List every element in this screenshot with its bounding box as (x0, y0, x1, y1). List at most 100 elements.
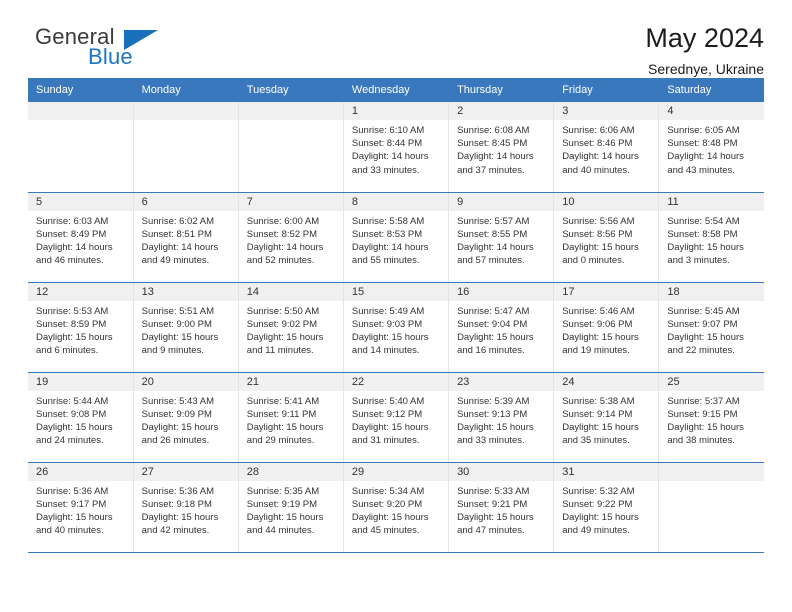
day-details: Sunrise: 6:00 AM Sunset: 8:52 PM Daylight:… (239, 211, 343, 268)
day-details: Sunrise: 6:08 AM Sunset: 8:45 PM Daylight:… (449, 120, 553, 177)
title-block: May 2024 Serednye, Ukraine (645, 23, 764, 77)
calendar-day-cell[interactable]: 3 Sunrise: 6:06 AM Sunset: 8:46 PM Daylight… (553, 102, 660, 193)
sunset-time: Sunset: 9:09 PM (141, 408, 212, 420)
day-number: 29 (343, 462, 449, 481)
daylight-duration-line2: and 0 minutes. (562, 255, 625, 267)
day-details: Sunrise: 6:10 AM Sunset: 8:44 PM Daylight:… (344, 120, 448, 177)
sunset-time: Sunset: 9:00 PM (141, 318, 212, 330)
daylight-duration-line2: and 24 minutes. (36, 435, 104, 447)
sunset-time: Sunset: 9:11 PM (246, 408, 317, 420)
day-number: 27 (133, 462, 238, 481)
day-details: Sunrise: 5:46 AM Sunset: 9:06 PM Daylight:… (554, 301, 658, 358)
sunset-time: Sunset: 8:55 PM (457, 228, 528, 240)
calendar-day-cell[interactable]: 8 Sunrise: 5:58 AM Sunset: 8:53 PM Daylight… (343, 192, 450, 283)
day-details: Sunrise: 5:44 AM Sunset: 9:08 PM Daylight:… (28, 391, 133, 448)
calendar-head: Sunday Monday Tuesday Wednesday Thursday… (28, 78, 764, 102)
sunrise-time: Sunrise: 5:53 AM (36, 305, 109, 317)
calendar-day-cell[interactable]: 25 Sunrise: 5:37 AM Sunset: 9:15 PM Dayligh… (658, 372, 764, 463)
calendar-day-cell[interactable]: 27 Sunrise: 5:36 AM Sunset: 9:18 PM Dayligh… (133, 462, 239, 553)
calendar-day-cell[interactable]: 17 Sunrise: 5:46 AM Sunset: 9:06 PM Dayligh… (553, 282, 660, 373)
day-number: 2 (449, 102, 554, 120)
calendar-day-cell[interactable]: 6 Sunrise: 6:02 AM Sunset: 8:51 PM Daylight… (133, 192, 239, 283)
day-number: 22 (343, 372, 449, 391)
calendar-week-row: 5 Sunrise: 6:03 AM Sunset: 8:49 PM Daylight… (28, 192, 764, 283)
day-number: 10 (554, 192, 659, 211)
sunrise-time: Sunrise: 5:54 AM (667, 215, 740, 227)
day-number-empty (133, 102, 238, 120)
sunset-time: Sunset: 9:20 PM (351, 498, 423, 510)
day-details: Sunrise: 5:37 AM Sunset: 9:15 PM Daylight:… (659, 391, 764, 448)
day-number: 7 (238, 192, 343, 211)
sunrise-time: Sunrise: 5:45 AM (667, 305, 740, 317)
sunrise-time: Sunrise: 6:10 AM (351, 125, 425, 136)
calendar-day-cell[interactable]: 18 Sunrise: 5:45 AM Sunset: 9:07 PM Dayligh… (658, 282, 764, 373)
calendar-day-cell[interactable]: 13 Sunrise: 5:51 AM Sunset: 9:00 PM Dayligh… (133, 282, 239, 373)
day-number: 8 (343, 192, 449, 211)
calendar-day-cell[interactable]: 9 Sunrise: 5:57 AM Sunset: 8:55 PM Daylight… (448, 192, 555, 283)
daylight-duration-line1: Daylight: 14 hours (351, 241, 429, 253)
day-details: Sunrise: 5:36 AM Sunset: 9:18 PM Daylight:… (134, 481, 238, 538)
calendar-day-cell[interactable]: 24 Sunrise: 5:38 AM Sunset: 9:14 PM Dayligh… (553, 372, 660, 463)
brand-logo[interactable]: General Blue (28, 24, 158, 72)
calendar-day-cell[interactable]: 19 Sunrise: 5:44 AM Sunset: 9:08 PM Dayligh… (28, 372, 134, 463)
calendar-week-row: 12 Sunrise: 5:53 AM Sunset: 8:59 PM Dayligh… (28, 282, 764, 373)
day-details: Sunrise: 5:43 AM Sunset: 9:09 PM Daylight:… (134, 391, 238, 448)
calendar-day-cell[interactable]: 29 Sunrise: 5:34 AM Sunset: 9:20 PM Dayligh… (343, 462, 450, 553)
calendar-day-cell[interactable]: 14 Sunrise: 5:50 AM Sunset: 9:02 PM Dayligh… (238, 282, 344, 373)
calendar-day-cell[interactable]: 11 Sunrise: 5:54 AM Sunset: 8:58 PM Dayligh… (658, 192, 764, 283)
day-number: 20 (133, 372, 238, 391)
calendar-day-cell[interactable]: 2 Sunrise: 6:08 AM Sunset: 8:45 PM Daylight… (448, 102, 555, 193)
day-number: 17 (554, 282, 659, 301)
sunset-time: Sunset: 9:17 PM (36, 498, 107, 510)
calendar-day-cell[interactable]: 28 Sunrise: 5:35 AM Sunset: 9:19 PM Dayligh… (238, 462, 344, 553)
calendar-day-cell[interactable]: 20 Sunrise: 5:43 AM Sunset: 9:09 PM Dayligh… (133, 372, 239, 463)
daylight-duration-line1: Daylight: 15 hours (36, 421, 113, 433)
calendar-day-cell[interactable]: 7 Sunrise: 6:00 AM Sunset: 8:52 PM Daylight… (238, 192, 344, 283)
weekday-header-tuesday: Tuesday (238, 78, 344, 102)
daylight-duration-line1: Daylight: 15 hours (667, 241, 744, 253)
calendar-day-cell[interactable]: 31 Sunrise: 5:32 AM Sunset: 9:22 PM Dayligh… (553, 462, 660, 553)
sunrise-time: Sunrise: 5:43 AM (141, 395, 214, 407)
day-details: Sunrise: 5:35 AM Sunset: 9:19 PM Daylight:… (239, 481, 343, 538)
daylight-duration-line2: and 29 minutes. (246, 435, 315, 447)
daylight-duration-line1: Daylight: 15 hours (36, 331, 113, 343)
calendar-day-cell[interactable]: 23 Sunrise: 5:39 AM Sunset: 9:13 PM Dayligh… (448, 372, 555, 463)
sunset-time: Sunset: 8:58 PM (667, 228, 738, 240)
sunrise-time: Sunrise: 5:36 AM (36, 485, 109, 497)
daylight-duration-line2: and 46 minutes. (36, 255, 104, 267)
sunrise-time: Sunrise: 6:06 AM (562, 125, 635, 136)
day-number-empty (28, 102, 133, 120)
daylight-duration-line2: and 9 minutes. (141, 345, 204, 357)
calendar-day-cell[interactable]: 15 Sunrise: 5:49 AM Sunset: 9:03 PM Dayligh… (343, 282, 450, 373)
sunset-time: Sunset: 9:04 PM (457, 318, 528, 330)
calendar-day-cell[interactable]: 21 Sunrise: 5:41 AM Sunset: 9:11 PM Dayligh… (238, 372, 344, 463)
day-details: Sunrise: 6:03 AM Sunset: 8:49 PM Daylight:… (28, 211, 133, 268)
day-number-empty (659, 462, 764, 481)
calendar-day-cell[interactable]: 30 Sunrise: 5:33 AM Sunset: 9:21 PM Dayligh… (448, 462, 555, 553)
daylight-duration-line2: and 26 minutes. (141, 435, 210, 447)
sunset-time: Sunset: 9:08 PM (36, 408, 107, 420)
calendar-day-cell[interactable]: 10 Sunrise: 5:56 AM Sunset: 8:56 PM Dayligh… (553, 192, 660, 283)
sunrise-time: Sunrise: 5:36 AM (141, 485, 214, 497)
sunrise-time: Sunrise: 5:34 AM (351, 485, 425, 497)
calendar-day-cell[interactable]: 22 Sunrise: 5:40 AM Sunset: 9:12 PM Dayligh… (343, 372, 450, 463)
sunset-time: Sunset: 9:21 PM (457, 498, 528, 510)
daylight-duration-line1: Daylight: 15 hours (246, 511, 324, 523)
day-number: 4 (659, 102, 764, 120)
calendar-day-cell[interactable]: 16 Sunrise: 5:47 AM Sunset: 9:04 PM Dayligh… (448, 282, 555, 373)
calendar-day-cell[interactable]: 1 Sunrise: 6:10 AM Sunset: 8:44 PM Daylight… (343, 102, 450, 193)
sunset-time: Sunset: 9:06 PM (562, 318, 633, 330)
calendar-day-cell[interactable]: 26 Sunrise: 5:36 AM Sunset: 9:17 PM Dayligh… (28, 462, 134, 553)
sunrise-time: Sunrise: 5:57 AM (457, 215, 530, 227)
sunrise-time: Sunrise: 5:50 AM (246, 305, 320, 317)
day-number: 21 (238, 372, 343, 391)
daylight-duration-line2: and 47 minutes. (457, 525, 525, 537)
daylight-duration-line1: Daylight: 14 hours (351, 151, 429, 163)
sunrise-time: Sunrise: 5:41 AM (246, 395, 320, 407)
calendar-day-cell[interactable]: 4 Sunrise: 6:05 AM Sunset: 8:48 PM Daylight… (658, 102, 764, 193)
day-number: 30 (449, 462, 554, 481)
daylight-duration-line2: and 33 minutes. (351, 164, 420, 176)
day-number: 28 (238, 462, 343, 481)
calendar-day-cell[interactable]: 5 Sunrise: 6:03 AM Sunset: 8:49 PM Daylight… (28, 192, 134, 283)
calendar-day-cell[interactable]: 12 Sunrise: 5:53 AM Sunset: 8:59 PM Dayligh… (28, 282, 134, 373)
